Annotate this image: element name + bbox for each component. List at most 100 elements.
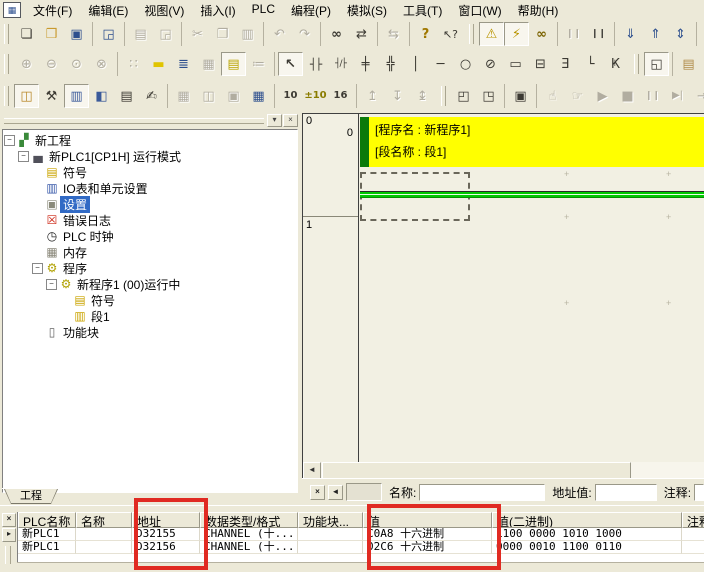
menu-simulation[interactable]: 模拟(S) [339,0,395,21]
monitor-button[interactable] [529,22,554,46]
tree-item-program-symbols[interactable]: 符号 [3,292,297,308]
select-mode-button[interactable] [278,52,303,76]
goto-prev-button[interactable] [360,84,385,108]
watch-col-header[interactable]: PLC名称 [18,512,76,528]
toggle-alarm-button[interactable] [479,22,504,46]
watch-cell[interactable]: D32156 [132,541,200,554]
menu-tools[interactable]: 工具(T) [395,0,450,21]
menu-plc[interactable]: PLC [244,0,283,21]
watch-col-header[interactable]: 注释 [682,512,704,528]
tree-item-new-plc1[interactable]: 新PLC1[CP1H] 运行模式 [3,148,297,164]
find-button[interactable] [324,22,349,46]
menu-program[interactable]: 编程(P) [283,0,339,21]
build-button[interactable] [39,84,64,108]
plc-verify-button[interactable] [381,22,406,46]
vertical-line-button[interactable] [403,52,428,76]
context-help-button[interactable] [438,22,463,46]
project-tab[interactable]: 工程 [4,489,58,504]
new-file-button[interactable] [14,22,39,46]
watch-close-button[interactable]: × [2,513,16,527]
menu-insert[interactable]: 插入(I) [192,0,243,21]
tree-item-function-blocks[interactable]: 功能块 [3,324,297,340]
fb-instance-button[interactable] [196,84,221,108]
zoom-fit-button[interactable] [89,52,114,76]
coil-nc-button[interactable] [478,52,503,76]
expander-icon[interactable] [17,151,30,162]
monitor-window-button[interactable] [196,52,221,76]
watch-window-button[interactable] [64,84,89,108]
fb-view-button[interactable] [221,84,246,108]
tree-item-new-program1[interactable]: 新程序1 (00)运行中 [3,276,297,292]
watch-row[interactable]: 新PLC1D32155CHANNEL (十...C0A8 十六进制1100 00… [18,528,704,541]
cross-reference-button[interactable] [89,84,114,108]
watch-cell[interactable]: 新PLC1 [18,528,76,541]
sim-play-button[interactable] [590,84,615,108]
differentiate-button[interactable] [553,52,578,76]
watch-cell[interactable]: D32155 [132,528,200,541]
grid-button[interactable] [121,52,146,76]
goto-next-button[interactable] [385,84,410,108]
watch-cell[interactable] [682,541,704,554]
watch-cell[interactable]: CHANNEL (十... [200,541,298,554]
expander-icon[interactable] [31,263,44,274]
watch-expand-button[interactable]: ▸ [2,528,16,542]
print-button[interactable] [128,22,153,46]
rung-annotation-button[interactable] [171,52,196,76]
watch-cell[interactable] [76,528,132,541]
address-reference-button[interactable] [139,84,164,108]
watch-cell[interactable]: 新PLC1 [18,541,76,554]
save-file-button[interactable] [64,22,89,46]
tree-item-new-project[interactable]: 新工程 [3,132,297,148]
tree-item-plc-clock[interactable]: PLC 时钟 [3,228,297,244]
print-preview-button[interactable] [153,22,178,46]
watch-row[interactable]: 新PLC1 D32156CHANNEL (十... 02C6 十六进制0000 00… [18,541,704,554]
copy-button[interactable] [210,22,235,46]
compare-with-plc-button[interactable] [668,22,693,46]
watch-cell[interactable]: CHANNEL (十... [200,528,298,541]
watch-grip[interactable] [5,546,11,564]
watch-cell[interactable]: 1100 0000 1010 1000 [492,528,682,541]
redo-button[interactable] [292,22,317,46]
sim-pause-button[interactable] [640,84,665,108]
tree-item-programs[interactable]: 程序 [3,260,297,276]
monitor-hex-button[interactable] [328,84,353,108]
compile-button[interactable] [700,22,704,46]
line-connect-button[interactable] [578,52,603,76]
comment-field[interactable] [694,484,704,501]
monitor-signed-button[interactable] [303,84,328,108]
replace-button[interactable] [349,22,374,46]
sim-online-button[interactable] [540,84,565,108]
tree-close-button[interactable]: × [283,114,298,127]
upload-from-plc-button[interactable] [643,22,668,46]
watch-cell[interactable]: 0000 0010 1100 0110 [492,541,682,554]
menu-view[interactable]: 视图(V) [136,0,192,21]
comment-button[interactable] [146,52,171,76]
paste-button[interactable] [235,22,260,46]
watch-cell[interactable]: 02C6 十六进制 [363,541,492,554]
project-window-button[interactable] [14,84,39,108]
tree-item-settings[interactable]: 设置 [3,196,297,212]
fb-library-button[interactable] [171,84,196,108]
tree-item-io-table[interactable]: IO表和单元设置 [3,180,297,196]
menu-edit[interactable]: 编辑(E) [80,0,136,21]
watch-cell[interactable] [682,528,704,541]
ladder-diagram[interactable]: 0 0 1 [程序名 : 新程序1] [段名称 : 段1] [302,113,704,463]
symbol-bar-close-button[interactable]: × [310,485,325,500]
tree-item-error-log[interactable]: 错误日志 [3,212,297,228]
sim-step-button[interactable] [665,84,690,108]
open-file-button[interactable] [39,22,64,46]
zoom-100-button[interactable] [64,52,89,76]
zoom-in-button[interactable] [14,52,39,76]
sim-window-3-button[interactable] [508,84,533,108]
tree-item-section1[interactable]: 段1 [3,308,297,324]
watch-col-header[interactable]: 地址 [132,512,200,528]
sim-mode-button[interactable] [565,84,590,108]
menu-file[interactable]: 文件(F) [25,0,80,21]
sim-stop-button[interactable] [615,84,640,108]
watch-cell[interactable] [76,541,132,554]
file-compare-button[interactable] [676,52,701,76]
doc-preview-button[interactable] [96,22,121,46]
instruction-nc-button[interactable] [528,52,553,76]
download-to-plc-button[interactable] [618,22,643,46]
watch-col-header[interactable]: 数据类型/格式 [200,512,298,528]
